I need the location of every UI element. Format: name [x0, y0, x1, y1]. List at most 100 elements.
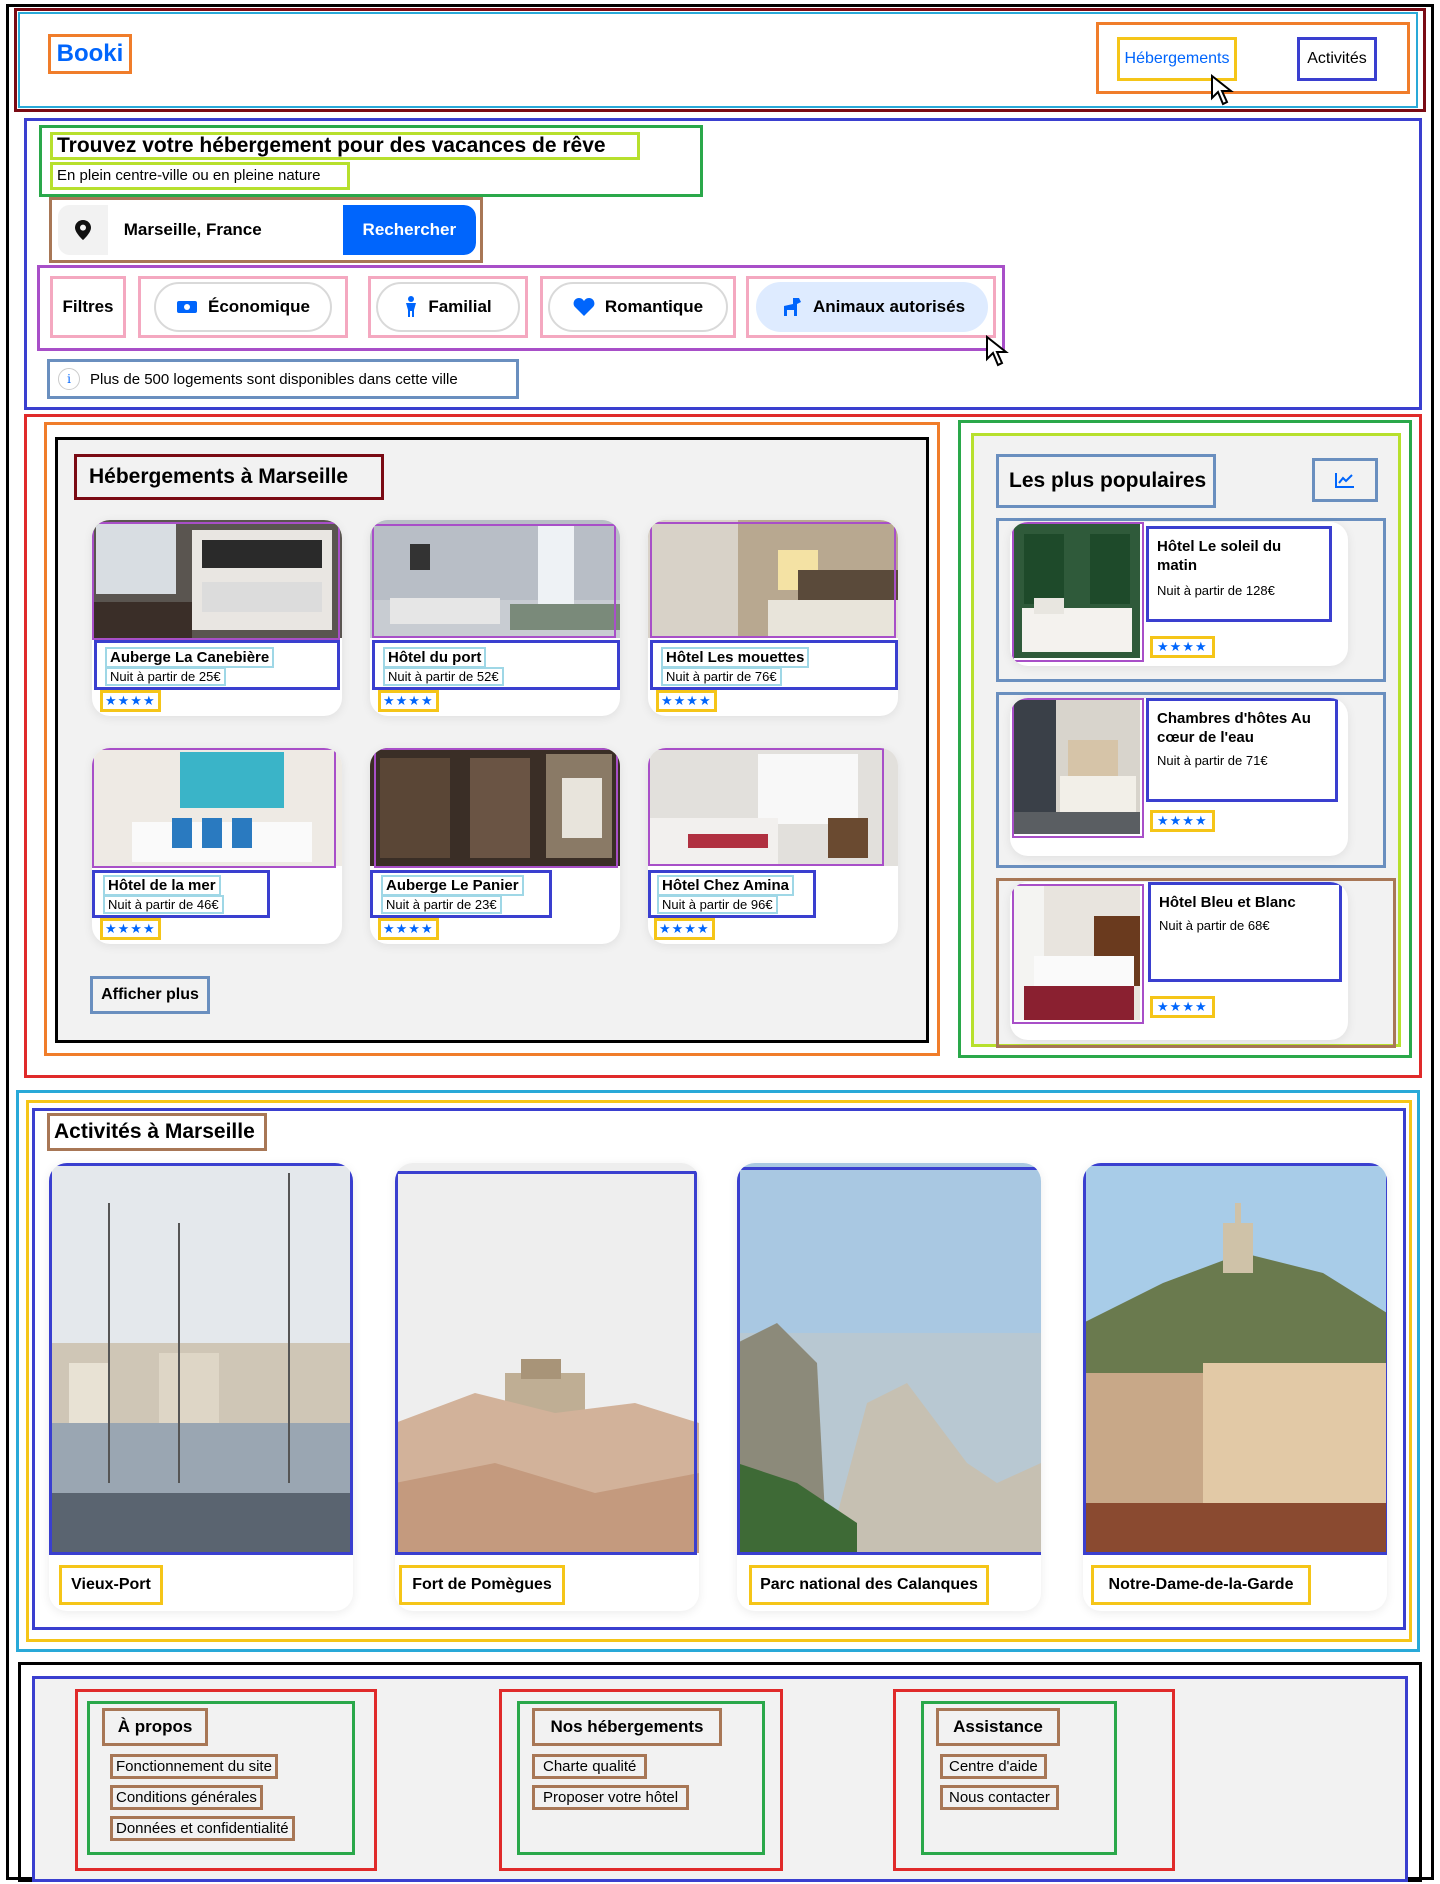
logo-link[interactable]: Booki — [48, 34, 132, 74]
info-notice: i Plus de 500 logements sont disponibles… — [47, 359, 519, 399]
nav-activities-link[interactable]: Activités — [1297, 37, 1377, 81]
stay-info: Hôtel de la mer Nuit à partir de 46€ — [92, 870, 270, 918]
popular-card[interactable]: Hôtel Bleu et Blanc Nuit à partir de 68€… — [1010, 882, 1348, 1040]
stay-rating: ★★★★ — [100, 918, 161, 940]
stay-photo-frame — [92, 748, 336, 868]
stay-price: Nuit à partir de 25€ — [105, 667, 226, 686]
filter-label: Familial — [428, 297, 492, 316]
activity-card[interactable]: Fort de Pomègues — [395, 1163, 699, 1611]
stay-photo-frame — [650, 522, 896, 638]
filter-label: Économique — [207, 297, 310, 316]
search-button[interactable]: Rechercher — [342, 205, 476, 255]
activity-card[interactable]: Parc national des Calanques — [737, 1163, 1041, 1611]
filter-romantique[interactable]: Romantique — [548, 282, 728, 332]
trend-chart-icon — [1312, 458, 1378, 502]
stay-price: Nuit à partir de 52€ — [383, 667, 504, 686]
activity-card[interactable]: Vieux-Port — [49, 1163, 353, 1611]
popular-card[interactable]: Chambres d'hôtes Au cœur de l'eau Nuit à… — [1010, 698, 1348, 856]
hero-heading-group: Trouvez votre hébergement pour des vacan… — [39, 125, 703, 197]
search-section: Trouvez votre hébergement pour des vacan… — [24, 118, 1422, 410]
heart-icon — [573, 298, 595, 316]
stay-rating: ★★★★ — [378, 918, 439, 940]
popular-name: Hôtel Le soleil du matin — [1157, 538, 1282, 574]
popular-title: Les plus populaires — [996, 454, 1216, 508]
filters-label-text: Filtres — [62, 297, 114, 316]
footer-title: Assistance — [936, 1708, 1060, 1746]
dog-icon — [783, 298, 801, 316]
popular-info: Chambres d'hôtes Au cœur de l'eau Nuit à… — [1146, 698, 1338, 802]
activities-title: Activités à Marseille — [47, 1113, 267, 1151]
main-nav: Hébergements Activités — [1096, 22, 1410, 94]
search-input[interactable]: Marseille, France — [107, 205, 343, 255]
stays-inner: Hébergements à Marseille Auberge La Cane… — [55, 437, 929, 1043]
activity-photo-frame — [1083, 1163, 1387, 1555]
stay-card[interactable]: Auberge Le Panier Nuit à partir de 23€ ★… — [370, 748, 620, 944]
location-pin-icon — [58, 205, 108, 255]
stay-rating: ★★★★ — [654, 918, 715, 940]
footer-link[interactable]: Nous contacter — [940, 1785, 1059, 1810]
popular-name: Hôtel Bleu et Blanc — [1159, 894, 1296, 911]
popular-card[interactable]: Hôtel Le soleil du matin Nuit à partir d… — [1010, 522, 1348, 666]
popular-price: Nuit à partir de 128€ — [1157, 583, 1275, 598]
popular-info: Hôtel Bleu et Blanc Nuit à partir de 68€ — [1148, 882, 1342, 982]
popular-inner: Les plus populaires Hôtel Le soleil du m… — [971, 433, 1401, 1048]
site-footer: À propos Fonctionnement du site Conditio… — [32, 1676, 1408, 1882]
popular-photo-frame — [1012, 698, 1144, 838]
search-bar: Marseille, France Rechercher — [58, 205, 476, 255]
stay-name: Auberge La Canebière — [105, 647, 275, 668]
stays-title: Hébergements à Marseille — [74, 454, 384, 500]
stay-photo-frame — [372, 524, 616, 638]
info-icon: i — [58, 368, 80, 390]
footer-link[interactable]: Centre d'aide — [940, 1754, 1047, 1779]
stay-price: Nuit à partir de 76€ — [661, 667, 782, 686]
stay-card[interactable]: Hôtel Chez Amina Nuit à partir de 96€ ★★… — [648, 748, 898, 944]
stay-rating: ★★★★ — [656, 690, 717, 712]
stay-rating: ★★★★ — [100, 690, 161, 712]
popular-photo-frame — [1012, 522, 1144, 662]
activity-name: Vieux-Port — [59, 1565, 163, 1605]
filter-economique[interactable]: Économique — [154, 282, 332, 332]
stay-card[interactable]: Hôtel de la mer Nuit à partir de 46€ ★★★… — [92, 748, 342, 944]
hero-title: Trouvez votre hébergement pour des vacan… — [50, 132, 640, 160]
popular-price: Nuit à partir de 71€ — [1157, 753, 1268, 768]
footer-link[interactable]: Données et confidentialité — [110, 1816, 295, 1841]
stay-price: Nuit à partir de 46€ — [103, 895, 224, 914]
footer-column: À propos Fonctionnement du site Conditio… — [87, 1701, 355, 1855]
stay-card[interactable]: Hôtel Les mouettes Nuit à partir de 76€ … — [648, 520, 898, 716]
stay-info: Hôtel du port Nuit à partir de 52€ — [372, 640, 620, 690]
activity-photo-frame — [49, 1163, 353, 1555]
stay-name: Hôtel du port — [383, 647, 487, 668]
footer-link[interactable]: Charte qualité — [532, 1754, 648, 1779]
money-icon — [176, 301, 197, 313]
stay-card[interactable]: Hôtel du port Nuit à partir de 52€ ★★★★ — [370, 520, 620, 716]
stay-info: Hôtel Chez Amina Nuit à partir de 96€ — [648, 870, 816, 918]
footer-link[interactable]: Conditions générales — [110, 1785, 263, 1810]
popular-rating: ★★★★ — [1150, 636, 1215, 658]
hero-subtitle: En plein centre-ville ou en pleine natur… — [50, 162, 350, 190]
popular-rating: ★★★★ — [1150, 996, 1215, 1018]
stays-section: Hébergements à Marseille Auberge La Cane… — [44, 422, 940, 1056]
popular-price: Nuit à partir de 68€ — [1159, 918, 1270, 933]
filters-label: Filtres — [50, 276, 126, 338]
filter-label: Animaux autorisés — [812, 297, 966, 316]
site-header: Booki Hébergements Activités — [18, 12, 1418, 108]
stay-photo-frame — [374, 748, 618, 868]
activity-name: Notre-Dame-de-la-Garde — [1091, 1565, 1311, 1605]
popular-section: Les plus populaires Hôtel Le soleil du m… — [958, 420, 1412, 1058]
show-more-button[interactable]: Afficher plus — [90, 976, 210, 1014]
stay-name: Auberge Le Panier — [381, 875, 524, 896]
filter-familial[interactable]: Familial — [376, 282, 520, 332]
activity-name: Parc national des Calanques — [749, 1565, 989, 1605]
stay-card[interactable]: Auberge La Canebière Nuit à partir de 25… — [92, 520, 342, 716]
footer-link[interactable]: Fonctionnement du site — [110, 1754, 278, 1779]
footer-title: Nos hébergements — [532, 1708, 722, 1746]
activity-photo-frame — [395, 1171, 697, 1555]
stay-photo-frame — [92, 522, 340, 640]
stay-name: Hôtel Les mouettes — [661, 647, 810, 668]
filter-animaux[interactable]: Animaux autorisés — [756, 282, 988, 332]
footer-link[interactable]: Proposer votre hôtel — [532, 1785, 690, 1810]
activity-photo-frame — [737, 1167, 1041, 1555]
footer-title: À propos — [102, 1708, 208, 1746]
activity-card[interactable]: Notre-Dame-de-la-Garde — [1083, 1163, 1387, 1611]
stay-info: Auberge Le Panier Nuit à partir de 23€ — [370, 870, 552, 918]
